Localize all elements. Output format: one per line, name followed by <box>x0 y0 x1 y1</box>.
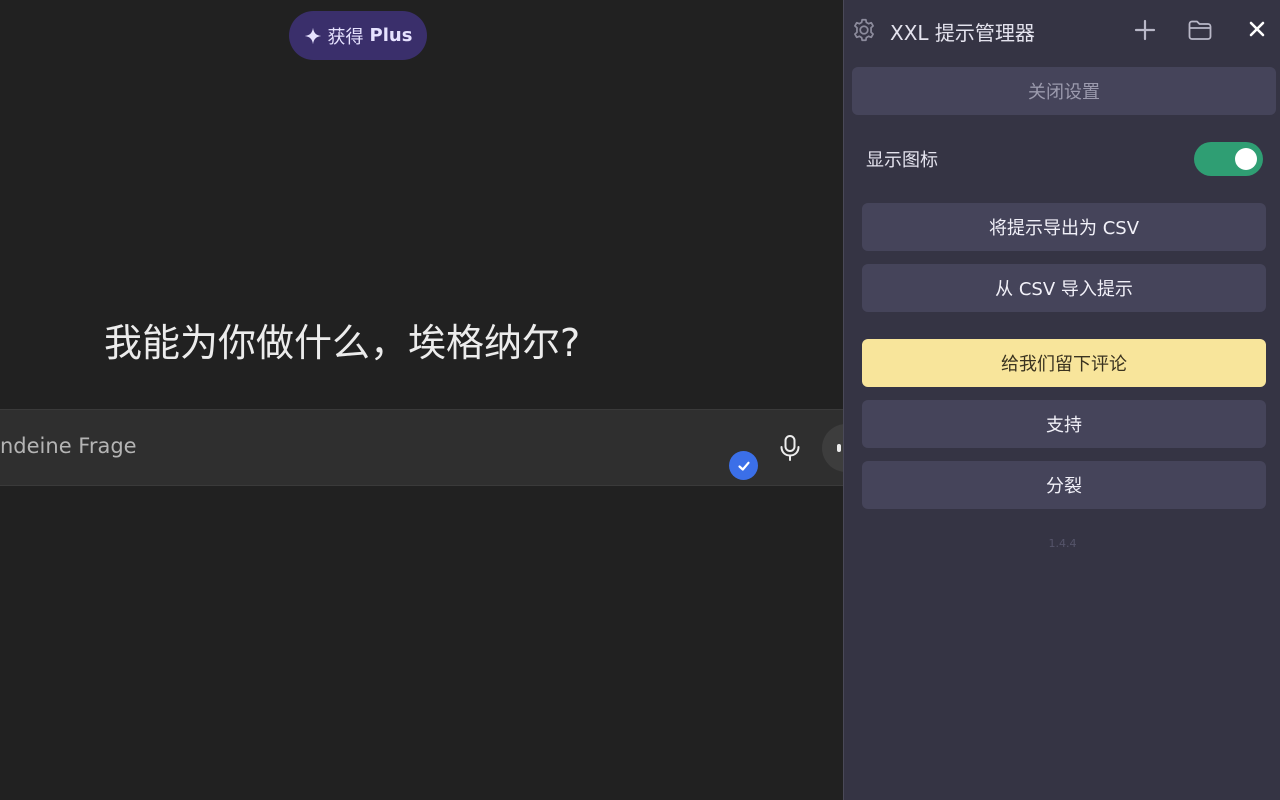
voice-bar-icon <box>837 444 841 452</box>
export-csv-button[interactable]: 将提示导出为 CSV <box>862 203 1266 251</box>
microphone-icon[interactable] <box>777 434 803 462</box>
close-icon[interactable] <box>1246 18 1268 40</box>
support-button[interactable]: 支持 <box>862 400 1266 448</box>
leave-review-button[interactable]: 给我们留下评论 <box>862 339 1266 387</box>
get-plus-label-bold: Plus <box>369 25 413 46</box>
get-plus-button[interactable]: 获得 Plus <box>289 11 427 60</box>
plus-icon[interactable] <box>1133 18 1157 42</box>
chat-input-placeholder[interactable]: ndeine Frage <box>0 434 137 458</box>
panel-header: XXL 提示管理器 <box>844 0 1280 60</box>
close-settings-button[interactable]: 关闭设置 <box>852 67 1276 115</box>
version-label: 1.4.4 <box>1048 537 1077 550</box>
discord-button[interactable]: 分裂 <box>862 461 1266 509</box>
folder-icon[interactable] <box>1187 17 1213 43</box>
show-icon-label: 显示图标 <box>866 150 938 171</box>
greeting-heading: 我能为你做什么，埃格纳尔? <box>104 321 581 365</box>
chat-main-area: 获得 Plus 我能为你做什么，埃格纳尔? ndeine Frage <box>0 0 843 800</box>
panel-title: XXL 提示管理器 <box>890 21 1035 45</box>
xxl-prompt-manager-panel: XXL 提示管理器 关闭设置 显示图标 将提示导出为 CSV 从 CSV 导入提… <box>843 0 1280 800</box>
sparkle-icon <box>304 27 321 44</box>
show-icon-toggle[interactable] <box>1194 142 1263 176</box>
import-csv-button[interactable]: 从 CSV 导入提示 <box>862 264 1266 312</box>
gear-icon[interactable] <box>851 17 877 43</box>
check-icon[interactable] <box>729 451 758 480</box>
get-plus-label: 获得 <box>327 26 364 48</box>
toggle-knob <box>1235 148 1257 170</box>
